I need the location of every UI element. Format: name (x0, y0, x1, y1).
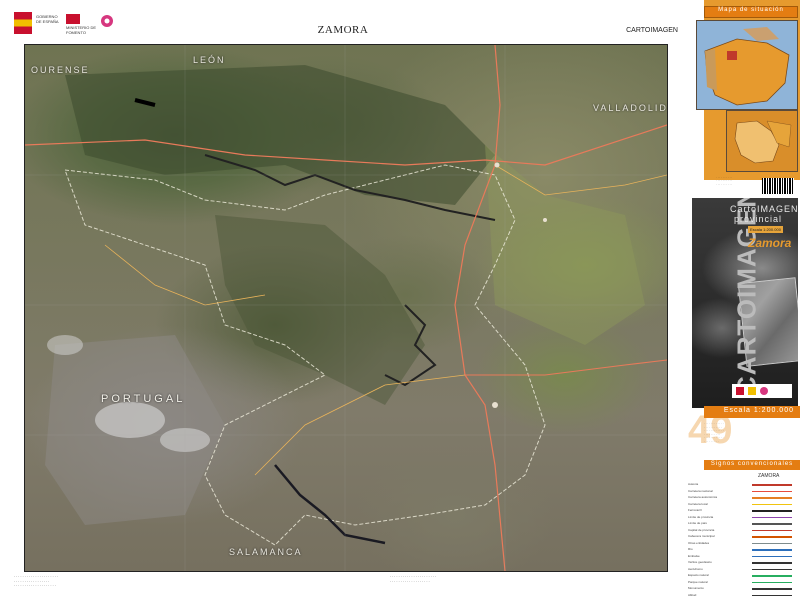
legend-label: Río (688, 547, 693, 551)
legend-label: Carretera local (688, 501, 708, 506)
satellite-map[interactable]: OURENSE LEÓN VALLADOLID PORTUGAL SALAMAN… (24, 44, 668, 572)
legend-symbol (752, 503, 792, 505)
series-description: · · · · · · · · · · · · · · · · · · · · ·… (704, 421, 724, 443)
legend-row: Carretera nacional (688, 489, 798, 494)
legend-symbol (752, 568, 792, 570)
legend-symbol (752, 484, 792, 486)
reservoir (274, 464, 386, 545)
scale-band: Escala 1:200.000 (704, 406, 800, 418)
legend-symbol (752, 594, 792, 596)
cover-province-name: Zamora (748, 236, 792, 250)
legend-row: Espacio natural (688, 573, 798, 578)
locator-title: Mapa de situación (718, 7, 784, 13)
ign-icon (760, 387, 768, 395)
legend-symbol (752, 549, 792, 551)
legend-symbol (752, 562, 792, 564)
place-label-leon: LEÓN (193, 55, 226, 65)
crest-icon (736, 387, 744, 395)
legend-row: Límite de país (688, 521, 798, 526)
legend-label: Vértice geodésico (688, 560, 712, 564)
locator-title-bar: Mapa de situación (704, 6, 798, 18)
legend-label: Carretera nacional (688, 488, 713, 493)
legend-row: Embalse (688, 554, 798, 559)
legend-label: Ferrocarril (688, 508, 702, 512)
legend-label: Límite de país (688, 521, 707, 525)
province-locator-map (726, 110, 798, 172)
legend-row: Parque natural (688, 580, 798, 585)
barcode (762, 178, 794, 194)
legend-row: Altitud (688, 593, 798, 598)
central-plateau (215, 215, 425, 405)
place-label-ourense: OURENSE (31, 65, 90, 75)
place-label-valladolid: VALLADOLID (593, 103, 668, 113)
legend-label: Aeródromo (688, 566, 703, 571)
legend-label: Límite de provincia (688, 514, 714, 519)
footer-note-left: · · · · · · · · · · · · · · · · · · · · … (14, 575, 58, 588)
legend-label: Altitud (688, 592, 697, 597)
legend-title: ZAMORA (758, 473, 780, 479)
logo-text: GOBIERNO DE ESPAÑA (36, 14, 59, 24)
iberia-locator-map (696, 20, 798, 110)
scale-label: Escala 1:200.000 (723, 407, 794, 414)
legend-row: Río (688, 547, 798, 552)
sierra-region (65, 65, 495, 205)
cover-line-1: CartoIMAGEN (730, 204, 798, 214)
legend-symbol (752, 529, 792, 531)
footer-note-right: · · · · · · · · · · · · · · · · · · · · … (390, 575, 437, 584)
legend-symbol (752, 581, 792, 583)
legend-row: Cabecera municipal (688, 534, 798, 539)
legend-row: Aeródromo (688, 567, 798, 572)
legend-row: Carretera autonómica (688, 495, 798, 500)
cover-logos (732, 384, 792, 398)
legend-row: Límite de provincia (688, 515, 798, 520)
cloud (95, 402, 165, 438)
ministry-icon (748, 387, 756, 395)
legend-symbol (752, 523, 792, 525)
road-n122 (465, 359, 667, 376)
legend-row: Capital de provincia (688, 528, 798, 533)
town-marker (543, 218, 547, 222)
legend-header: Signos convencionales (710, 461, 794, 467)
legend-label: Espacio natural (688, 573, 709, 577)
cover-line-2: provincial (734, 214, 783, 224)
town-marker (494, 162, 500, 168)
legend-label: Monumento (688, 586, 704, 590)
legend-symbol (752, 516, 792, 518)
legend-symbol (752, 490, 792, 492)
series-cover: CARTOIMAGEN CartoIMAGEN provincial Escal… (692, 198, 798, 408)
legend-row: Ferrocarril (688, 508, 798, 513)
series-label: CARTOIMAGEN (626, 27, 678, 34)
map-title: ZAMORA (317, 24, 369, 36)
side-panel: Mapa de situación · · · · · · · · · · · ·… (686, 0, 800, 609)
place-label-salamanca: SALAMANCA (229, 547, 303, 557)
ministry-logo-icon (66, 14, 80, 24)
legend-label: Embalse (688, 553, 700, 558)
legend-symbol (752, 536, 792, 538)
cover-scale-tag: Escala 1:200.000 (748, 226, 783, 233)
legend-symbol (752, 497, 792, 499)
credit-text: · · · · · · · · · · · · · · · · · · · · · … (716, 175, 733, 186)
legend-row: Autovía (688, 482, 798, 487)
map-overlay (25, 45, 667, 571)
cloud (47, 335, 83, 355)
legend-row: Monumento (688, 586, 798, 591)
legend-label: Autovía (688, 482, 699, 486)
legend-row: Carretera local (688, 502, 798, 507)
legend-label: Cabecera municipal (688, 534, 715, 538)
legend-header-band: Signos convencionales (704, 460, 800, 470)
legend-symbol (752, 588, 792, 590)
legend-row: Otras entidades (688, 541, 798, 546)
legend-row: Vértice geodésico (688, 560, 798, 565)
legend-label: Otras entidades (688, 540, 710, 545)
legend-label: Carretera autonómica (688, 495, 718, 499)
town-marker (492, 402, 498, 408)
legend-symbol (752, 575, 792, 577)
legend-symbol (752, 555, 792, 557)
legend-label: Parque natural (688, 579, 708, 584)
place-label-portugal: PORTUGAL (101, 393, 186, 405)
legend-label: Capital de provincia (688, 527, 715, 532)
legend-symbol (752, 510, 792, 512)
legend-symbol (752, 542, 792, 544)
